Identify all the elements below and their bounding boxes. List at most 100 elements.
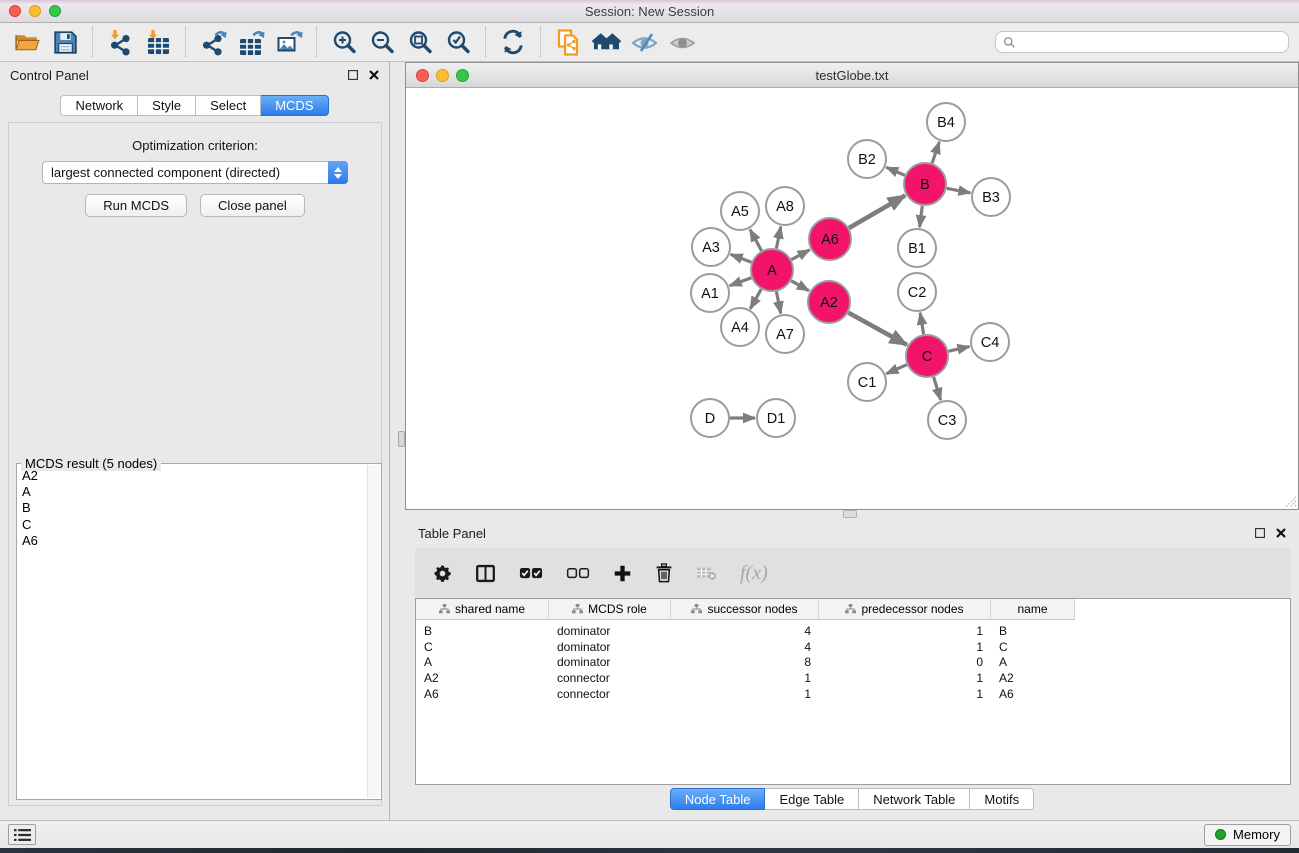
- network-canvas[interactable]: B4B2BB3B1A5A8A6A3AA1A4A7A2C2C4CC1C3DD1: [406, 89, 1298, 509]
- table-cell: dominator: [549, 655, 671, 669]
- memory-button[interactable]: Memory: [1204, 824, 1291, 846]
- toolbar-separator: [92, 27, 93, 57]
- zoom-selected-button[interactable]: [439, 26, 477, 58]
- show-columns-button[interactable]: [475, 563, 496, 584]
- column-header-mcds-role[interactable]: MCDS role: [549, 599, 671, 620]
- node-label-B3: B3: [982, 190, 1000, 206]
- first-neighbors-button[interactable]: [587, 26, 625, 58]
- edge-A-A5[interactable]: [750, 230, 762, 251]
- table-row[interactable]: A2connector11A2: [416, 670, 1290, 686]
- float-panel-icon[interactable]: [348, 70, 358, 80]
- tab-mcds[interactable]: MCDS: [261, 95, 328, 116]
- table-row[interactable]: Bdominator41B: [416, 623, 1290, 639]
- search-input[interactable]: [1020, 33, 1288, 51]
- tab-edge-table[interactable]: Edge Table: [765, 788, 859, 810]
- edge-A-A8[interactable]: [776, 227, 780, 249]
- edge-A6-B[interactable]: [849, 196, 905, 229]
- optimization-criterion-label: Optimization criterion:: [9, 138, 381, 153]
- hide-selected-button[interactable]: [625, 26, 663, 58]
- minimize-window-button[interactable]: [29, 5, 41, 17]
- tab-network-table[interactable]: Network Table: [859, 788, 970, 810]
- deselect-all-columns-icon: [566, 567, 590, 580]
- column-label: name: [1017, 602, 1047, 616]
- delete-column-button[interactable]: [655, 563, 673, 583]
- column-label: MCDS role: [588, 602, 647, 616]
- zoom-fit-button[interactable]: [401, 26, 439, 58]
- column-type-icon: [439, 604, 450, 614]
- edge-A-A6[interactable]: [791, 250, 809, 260]
- import-table-button[interactable]: [139, 26, 177, 58]
- network-close-button[interactable]: [416, 69, 429, 82]
- edge-C-C3[interactable]: [934, 377, 941, 400]
- table-cell: A6: [991, 687, 1075, 701]
- edge-B-B4[interactable]: [932, 142, 939, 163]
- zoom-in-button[interactable]: [325, 26, 363, 58]
- horizontal-splitter-handle[interactable]: [843, 510, 857, 518]
- run-mcds-button[interactable]: Run MCDS: [85, 194, 187, 217]
- network-zoom-button[interactable]: [456, 69, 469, 82]
- node-label-B2: B2: [858, 152, 876, 168]
- toolbar-separator: [316, 27, 317, 57]
- edge-A-A3[interactable]: [731, 254, 752, 262]
- refresh-network-button[interactable]: [494, 26, 532, 58]
- table-row[interactable]: Cdominator41C: [416, 639, 1290, 655]
- resize-grip-icon[interactable]: [1282, 493, 1297, 508]
- save-session-icon: [52, 29, 79, 56]
- toolbar-separator: [185, 27, 186, 57]
- edge-A2-C[interactable]: [848, 313, 907, 345]
- tab-style[interactable]: Style: [138, 95, 196, 116]
- mcds-close-panel-button[interactable]: Close panel: [200, 194, 305, 217]
- export-table-button[interactable]: [232, 26, 270, 58]
- table-row[interactable]: A6connector11A6: [416, 686, 1290, 702]
- node-label-A7: A7: [776, 327, 794, 343]
- export-image-button[interactable]: [270, 26, 308, 58]
- column-header-name[interactable]: name: [991, 599, 1075, 620]
- network-minimize-button[interactable]: [436, 69, 449, 82]
- column-header-shared-name[interactable]: shared name: [416, 599, 549, 620]
- export-network-button[interactable]: [194, 26, 232, 58]
- import-network-button[interactable]: [101, 26, 139, 58]
- open-session-button[interactable]: [8, 26, 46, 58]
- edge-C-C2[interactable]: [920, 313, 923, 335]
- network-graph: B4B2BB3B1A5A8A6A3AA1A4A7A2C2C4CC1C3DD1: [406, 89, 1298, 509]
- edge-B-B1[interactable]: [920, 206, 923, 227]
- result-scrollbar[interactable]: [367, 465, 380, 798]
- edge-A-A2[interactable]: [791, 281, 809, 291]
- column-header-predecessor-nodes[interactable]: predecessor nodes: [819, 599, 991, 620]
- edge-C-C1[interactable]: [886, 365, 907, 374]
- search-box[interactable]: [995, 31, 1289, 53]
- show-all-button[interactable]: [663, 26, 701, 58]
- zoom-out-button[interactable]: [363, 26, 401, 58]
- vertical-splitter-handle[interactable]: [398, 431, 405, 447]
- edge-B-B2[interactable]: [886, 167, 905, 175]
- show-panels-button[interactable]: [8, 824, 36, 845]
- zoom-window-button[interactable]: [49, 5, 61, 17]
- network-window-controls: [416, 69, 469, 82]
- edge-C-C4[interactable]: [949, 347, 970, 352]
- close-table-panel-icon[interactable]: [1276, 528, 1286, 538]
- new-network-from-selection-button[interactable]: [549, 26, 587, 58]
- tab-motifs[interactable]: Motifs: [970, 788, 1034, 810]
- optimization-criterion-select[interactable]: largest connected component (directed): [42, 161, 348, 184]
- toolbar-button-groups: [8, 26, 701, 58]
- tab-select[interactable]: Select: [196, 95, 261, 116]
- table-row[interactable]: Adominator80A: [416, 654, 1290, 670]
- float-table-panel-icon[interactable]: [1255, 528, 1265, 538]
- close-panel-icon[interactable]: [369, 70, 379, 80]
- node-label-D1: D1: [767, 411, 786, 427]
- deselect-all-columns-button[interactable]: [566, 567, 590, 580]
- select-all-columns-button[interactable]: [519, 567, 543, 580]
- column-header-successor-nodes[interactable]: successor nodes: [671, 599, 819, 620]
- new-network-from-selection-icon: [555, 29, 582, 56]
- create-column-button[interactable]: [613, 564, 632, 583]
- edge-A-A4[interactable]: [750, 289, 761, 309]
- tab-network[interactable]: Network: [60, 95, 138, 116]
- edge-B-B3[interactable]: [947, 188, 971, 193]
- table-cell: 1: [819, 624, 991, 638]
- save-session-button[interactable]: [46, 26, 84, 58]
- edge-A-A7[interactable]: [776, 292, 780, 314]
- edge-A-A1[interactable]: [730, 278, 752, 286]
- settings-button[interactable]: [433, 564, 452, 583]
- tab-node-table[interactable]: Node Table: [670, 788, 766, 810]
- close-window-button[interactable]: [9, 5, 21, 17]
